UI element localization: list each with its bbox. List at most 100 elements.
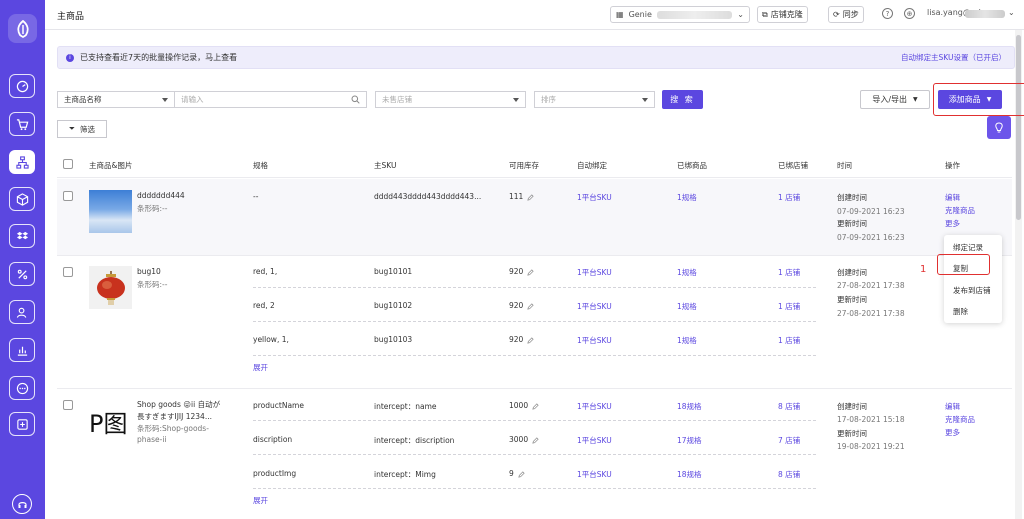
select-all-checkbox[interactable] — [63, 159, 73, 169]
product-name[interactable]: bug10 — [137, 267, 161, 276]
variant-stock[interactable]: 920 — [509, 267, 534, 276]
edit-pencil-icon[interactable] — [518, 470, 525, 478]
users-icon[interactable] — [9, 300, 35, 324]
expand-link[interactable]: 展开 — [253, 495, 268, 506]
product-image[interactable]: P图 — [89, 404, 135, 438]
variant-spec: productName — [253, 401, 304, 410]
bound-stores-link[interactable]: 7 店铺 — [778, 435, 800, 446]
keyword-input[interactable]: 请输入 — [175, 91, 367, 108]
package-icon[interactable] — [9, 187, 35, 211]
bound-products-link[interactable]: 18规格 — [677, 401, 702, 412]
auto-bind-link[interactable]: 1平台SKU — [577, 401, 612, 412]
more-link[interactable]: 更多 — [945, 427, 960, 438]
calendar-icon: ▦ — [616, 10, 624, 19]
row-checkbox[interactable] — [63, 191, 73, 201]
variant-stock[interactable]: 111 — [509, 192, 534, 201]
stock-value: 1000 — [509, 401, 529, 410]
variant-stock[interactable]: 1000 — [509, 401, 539, 410]
bound-products-link[interactable]: 1规格 — [677, 267, 697, 278]
sync-button[interactable]: ⟳ 同步 — [828, 6, 864, 23]
globe-icon[interactable]: ⊕ — [904, 8, 915, 19]
sort-select[interactable]: 排序 — [534, 91, 655, 108]
bound-products-link[interactable]: 1规格 — [677, 192, 697, 203]
help-icon[interactable]: ? — [882, 8, 893, 19]
bar-chart-icon[interactable] — [9, 338, 35, 362]
search-field-select[interactable]: 主商品名称 — [57, 91, 175, 108]
discount-icon[interactable] — [9, 262, 35, 286]
auto-bind-setting-link[interactable]: 自动绑定主SKU设置（已开启） — [901, 52, 1006, 63]
bound-stores-link[interactable]: 1 店铺 — [778, 301, 800, 312]
clone-product-link[interactable]: 克隆商品 — [945, 205, 975, 216]
bound-products-link[interactable]: 18规格 — [677, 469, 702, 480]
clone-product-link[interactable]: 克隆商品 — [945, 414, 975, 425]
store-clone-button[interactable]: ⧉ 店铺克隆 — [757, 6, 808, 23]
user-chevron-down-icon[interactable]: ⌄ — [1008, 8, 1015, 17]
store-select[interactable]: 未售店铺 — [375, 91, 526, 108]
variant-sku: bug10103 — [374, 335, 413, 344]
filter-button[interactable]: ⏷ 筛选 — [57, 120, 107, 138]
product-image[interactable] — [89, 266, 132, 309]
created-label: 创建时间 — [837, 193, 867, 202]
product-name-line1[interactable]: Shop goods 😜ii 自动が — [137, 399, 220, 410]
auto-bind-link[interactable]: 1平台SKU — [577, 335, 612, 346]
menu-item-publish-to-store[interactable]: 发布到店铺 — [953, 285, 991, 296]
auto-bind-link[interactable]: 1平台SKU — [577, 192, 612, 203]
bound-stores-link[interactable]: 1 店铺 — [778, 335, 800, 346]
cart-icon[interactable] — [9, 112, 35, 136]
bound-products-link[interactable]: 1规格 — [677, 335, 697, 346]
product-name[interactable]: ddddddd444 — [137, 191, 185, 200]
updated-label: 更新时间 — [837, 295, 867, 304]
edit-pencil-icon[interactable] — [532, 402, 539, 410]
bound-products-link[interactable]: 1规格 — [677, 301, 697, 312]
auto-bind-link[interactable]: 1平台SKU — [577, 469, 612, 480]
variant-stock[interactable]: 3000 — [509, 435, 539, 444]
more-link[interactable]: 更多 — [945, 218, 960, 229]
row-checkbox[interactable] — [63, 267, 73, 277]
variant-stock[interactable]: 920 — [509, 335, 534, 344]
bound-products-link[interactable]: 17规格 — [677, 435, 702, 446]
bound-stores-link[interactable]: 8 店铺 — [778, 469, 800, 480]
product-name-line2[interactable]: 長すぎますIJIJ 1234... — [137, 411, 212, 422]
annotation-highlight-copy — [937, 254, 990, 275]
variant-stock[interactable]: 9 — [509, 469, 525, 478]
variant-stock[interactable]: 920 — [509, 301, 534, 310]
lightbulb-icon[interactable] — [987, 116, 1011, 139]
edit-link[interactable]: 编辑 — [945, 192, 960, 203]
edit-pencil-icon[interactable] — [527, 268, 534, 276]
header-bound-products: 已绑商品 — [677, 161, 707, 170]
edit-pencil-icon[interactable] — [527, 193, 534, 201]
app-logo-icon[interactable] — [8, 14, 37, 43]
menu-item-delete[interactable]: 删除 — [953, 306, 968, 317]
menu-item-bind-record[interactable]: 绑定记录 — [953, 242, 983, 253]
stock-value: 111 — [509, 192, 524, 201]
product-barcode: 条形码:-- — [137, 204, 168, 213]
row-checkbox[interactable] — [63, 400, 73, 410]
auto-bind-link[interactable]: 1平台SKU — [577, 435, 612, 446]
add-square-icon[interactable] — [9, 412, 35, 436]
auto-bind-link[interactable]: 1平台SKU — [577, 301, 612, 312]
edit-pencil-icon[interactable] — [527, 336, 534, 344]
import-export-button[interactable]: 导入/导出 ▼ — [860, 90, 930, 109]
sync-label: 同步 — [842, 10, 859, 19]
sync-icon: ⟳ — [833, 10, 840, 19]
shop-selector[interactable]: ▦ Genie ⌄ — [610, 6, 750, 23]
auto-bind-link[interactable]: 1平台SKU — [577, 267, 612, 278]
scrollbar-thumb[interactable] — [1016, 35, 1021, 220]
updated-time: 19-08-2021 19:21 — [837, 442, 905, 451]
expand-link[interactable]: 展开 — [253, 362, 268, 373]
search-button[interactable]: 搜 索 — [662, 90, 703, 109]
variant-divider — [253, 488, 816, 489]
product-hierarchy-icon[interactable] — [9, 150, 35, 174]
dashboard-icon[interactable] — [9, 74, 35, 98]
edit-pencil-icon[interactable] — [527, 302, 534, 310]
bound-stores-link[interactable]: 1 店铺 — [778, 192, 800, 203]
bound-stores-link[interactable]: 8 店铺 — [778, 401, 800, 412]
edit-pencil-icon[interactable] — [532, 436, 539, 444]
edit-link[interactable]: 编辑 — [945, 401, 960, 412]
bound-stores-link[interactable]: 1 店铺 — [778, 267, 800, 278]
headset-support-icon[interactable] — [12, 494, 32, 514]
notice-message[interactable]: 已支持查看近7天的批量操作记录，马上查看 — [80, 52, 237, 63]
chat-icon[interactable] — [9, 376, 35, 400]
product-image[interactable] — [89, 190, 132, 233]
dropbox-icon[interactable] — [9, 224, 35, 248]
